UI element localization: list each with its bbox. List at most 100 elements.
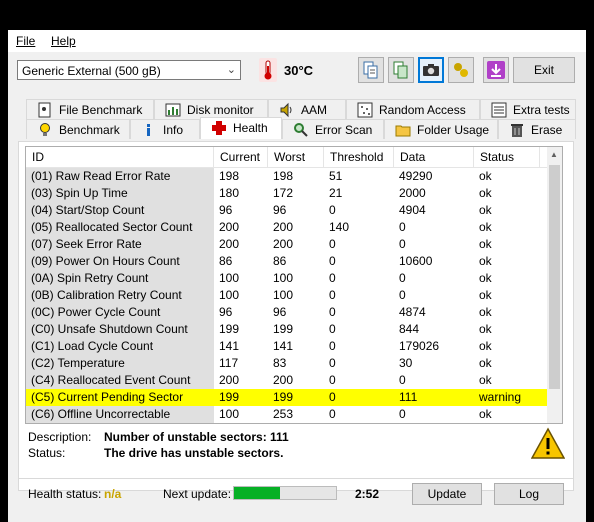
cell-current: 96 (219, 305, 233, 319)
copy-image-icon (393, 61, 408, 79)
app-window: File Help Generic External (500 gB) ⌄ 30… (8, 30, 586, 522)
column-header-status[interactable]: Status (474, 147, 540, 167)
cell-status: ok (479, 220, 492, 234)
menu-help-label: Help (51, 34, 76, 48)
screenshot-button[interactable] (418, 57, 444, 83)
thermometer-icon (259, 58, 277, 82)
cell-id: (01) Raw Read Error Rate (26, 168, 214, 185)
tab-file-benchmark[interactable]: File Benchmark (26, 99, 154, 119)
tab-label: Extra tests (513, 103, 570, 117)
cell-worst: 200 (273, 237, 294, 251)
scroll-up-icon[interactable]: ▲ (550, 150, 558, 159)
cell-id: (09) Power On Hours Count (26, 253, 214, 270)
tab-error-scan[interactable]: Error Scan (282, 119, 384, 139)
cell-status: ok (479, 407, 492, 421)
column-header-threshold[interactable]: Threshold (324, 147, 394, 167)
cell-data: 844 (399, 322, 420, 336)
table-row[interactable]: (09) Power On Hours Count 86 86 0 10600 ok (26, 253, 548, 270)
scrollbar-thumb[interactable] (549, 165, 560, 389)
description-label: Description: (28, 430, 92, 444)
cell-data: 179026 (399, 339, 440, 353)
speaker-icon (280, 102, 292, 118)
tab-disk-monitor[interactable]: Disk monitor (154, 99, 268, 119)
drive-select[interactable]: Generic External (500 gB) ⌄ (17, 60, 241, 80)
cell-threshold: 21 (329, 186, 343, 200)
table-row[interactable]: (C6) Offline Uncorrectable 100 253 0 0 ok (26, 406, 548, 423)
table-row[interactable]: (05) Reallocated Sector Count 200 200 140 0 o… (26, 219, 548, 236)
options-button[interactable] (448, 57, 474, 83)
cell-threshold: 0 (329, 356, 336, 370)
menu-help[interactable]: Help (51, 34, 76, 48)
next-update-time: 2:52 (355, 487, 380, 501)
cell-current: 198 (219, 169, 240, 183)
table-header: ID Current Worst Threshold Data Status (26, 147, 548, 168)
tab-label: Benchmark (59, 123, 120, 137)
cell-worst: 96 (273, 305, 287, 319)
log-button[interactable]: Log (494, 483, 564, 505)
table-row[interactable]: (07) Seek Error Rate 200 200 0 0 ok (26, 236, 548, 253)
tab-health[interactable]: Health (200, 117, 282, 139)
column-header-data[interactable]: Data (394, 147, 474, 167)
table-row[interactable]: (C4) Reallocated Event Count 200 200 0 0 ok (26, 372, 548, 389)
cell-threshold: 0 (329, 339, 336, 353)
table-row[interactable]: (0A) Spin Retry Count 100 100 0 0 ok (26, 270, 548, 287)
cell-id: (04) Start/Stop Count (26, 202, 214, 219)
copy-image-button[interactable] (388, 57, 414, 83)
copy-text-button[interactable] (358, 57, 384, 83)
cell-status: ok (479, 322, 492, 336)
trash-icon (511, 124, 523, 137)
update-progress-bar (233, 486, 337, 500)
table-row[interactable]: (01) Raw Read Error Rate 198 198 51 49290 ok (26, 168, 548, 185)
chevron-down-icon: ⌄ (226, 64, 236, 76)
smart-table: ID Current Worst Threshold Data Status (… (25, 146, 563, 424)
cell-data: 0 (399, 407, 406, 421)
cell-data: 0 (399, 373, 406, 387)
table-row[interactable]: (0C) Power Cycle Count 96 96 0 4874 ok (26, 304, 548, 321)
tab-label: Info (163, 123, 184, 137)
tab-info[interactable]: Info (130, 119, 200, 139)
table-row[interactable]: (C5) Current Pending Sector 199 199 0 111 war… (26, 389, 548, 406)
download-button[interactable] (483, 57, 509, 83)
column-header-worst[interactable]: Worst (268, 147, 324, 167)
tab-benchmark[interactable]: Benchmark (26, 119, 130, 139)
disk-monitor-icon (165, 103, 181, 117)
table-row[interactable]: (C0) Unsafe Shutdown Count 199 199 0 844 ok (26, 321, 548, 338)
cell-current: 199 (219, 390, 240, 404)
column-header-id[interactable]: ID (26, 147, 214, 167)
copy-icon (363, 61, 378, 79)
tab-label: File Benchmark (59, 103, 143, 117)
table-row[interactable]: (0B) Calibration Retry Count 100 100 0 0 ok (26, 287, 548, 304)
cell-current: 100 (219, 271, 240, 285)
tab-random-access[interactable]: Random Access (346, 99, 480, 119)
table-row[interactable]: (C2) Temperature 117 83 0 30 ok (26, 355, 548, 372)
cell-threshold: 0 (329, 237, 336, 251)
column-header-current[interactable]: Current (214, 147, 268, 167)
tab-aam[interactable]: AAM (268, 99, 346, 119)
tab-label: AAM (301, 103, 328, 117)
cell-current: 200 (219, 220, 240, 234)
tab-folder-usage[interactable]: Folder Usage (384, 119, 498, 139)
cell-threshold: 0 (329, 271, 336, 285)
exit-button[interactable]: Exit (513, 57, 575, 83)
cell-data: 10600 (399, 254, 433, 268)
health-status-label: Health status: (28, 487, 102, 501)
cell-worst: 100 (273, 288, 294, 302)
tab-extra-tests[interactable]: Extra tests (480, 99, 576, 119)
table-row[interactable]: (03) Spin Up Time 180 172 21 2000 ok (26, 185, 548, 202)
cell-data: 4904 (399, 203, 426, 217)
cell-id: (07) Seek Error Rate (26, 236, 214, 253)
cell-threshold: 0 (329, 390, 336, 404)
vertical-scrollbar[interactable]: ▲ (547, 147, 562, 423)
table-row[interactable]: (C1) Load Cycle Count 141 141 0 179026 ok (26, 338, 548, 355)
cell-worst: 172 (273, 186, 294, 200)
update-button[interactable]: Update (412, 483, 482, 505)
cell-threshold: 0 (329, 305, 336, 319)
warning-icon (531, 427, 565, 459)
download-arrow-icon (487, 61, 505, 79)
extra-tests-icon (491, 102, 507, 118)
status-label: Status: (28, 446, 66, 460)
menu-file[interactable]: File (16, 34, 35, 48)
folder-icon (395, 125, 411, 137)
tab-erase[interactable]: Erase (498, 119, 576, 139)
table-row[interactable]: (04) Start/Stop Count 96 96 0 4904 ok (26, 202, 548, 219)
